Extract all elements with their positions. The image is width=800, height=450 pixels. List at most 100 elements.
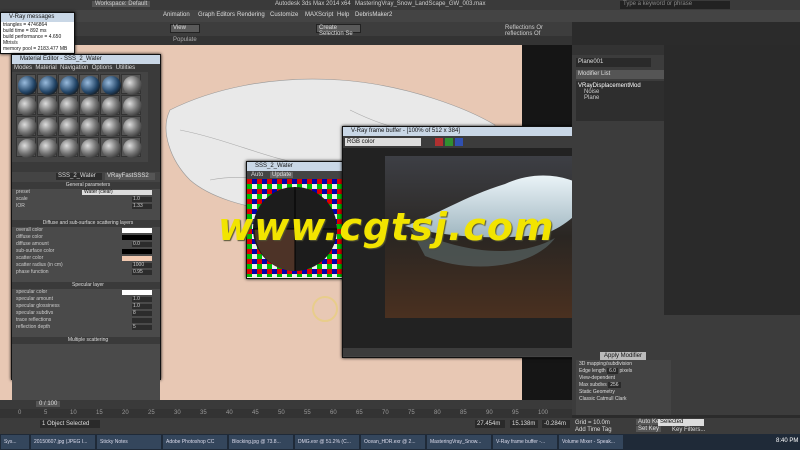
view-dependent-checkbox[interactable]: View-dependent bbox=[579, 375, 668, 382]
material-slot[interactable] bbox=[121, 116, 142, 137]
material-slot[interactable] bbox=[79, 95, 100, 116]
vray-messages-title[interactable]: V-Ray messages bbox=[1, 13, 74, 22]
material-slot[interactable] bbox=[79, 74, 100, 95]
ior-spinner[interactable]: 1.33 bbox=[132, 204, 152, 209]
general-params-header[interactable]: General parameters bbox=[12, 182, 160, 189]
stack-item-plane[interactable]: Plane bbox=[578, 95, 674, 101]
taskbar-item[interactable]: V-Ray frame buffer -... bbox=[493, 435, 557, 449]
material-slot[interactable] bbox=[79, 137, 100, 158]
material-slot[interactable] bbox=[37, 116, 58, 137]
material-slot[interactable] bbox=[100, 137, 121, 158]
value-spinner[interactable]: 1.0 bbox=[132, 297, 152, 302]
sss-preview-title[interactable]: SSS_2_Water bbox=[247, 162, 345, 171]
material-slot[interactable] bbox=[37, 137, 58, 158]
taskbar-item[interactable]: 20150607.jpg (JPEG I... bbox=[31, 435, 95, 449]
blue-channel-icon[interactable] bbox=[455, 138, 463, 146]
me-menu-material[interactable]: Material bbox=[35, 65, 56, 71]
value-spinner[interactable]: 1000 bbox=[132, 263, 152, 268]
color-swatch[interactable] bbox=[122, 256, 152, 261]
preset-dropdown[interactable]: Water (clear) bbox=[82, 190, 152, 195]
me-menu-modes[interactable]: Modes bbox=[14, 65, 32, 71]
workspace-dropdown[interactable]: Workspace: Default bbox=[92, 1, 151, 7]
material-slot[interactable] bbox=[16, 74, 37, 95]
material-slot[interactable] bbox=[121, 95, 142, 116]
taskbar-item[interactable]: Volume Mixer - Speak... bbox=[559, 435, 623, 449]
material-slot[interactable] bbox=[58, 137, 79, 158]
z-coordinate[interactable]: -0.284m bbox=[542, 420, 570, 428]
value-spinner[interactable] bbox=[132, 318, 152, 323]
channel-dropdown[interactable]: RGB color bbox=[345, 138, 421, 146]
object-name-field[interactable]: Plane001 bbox=[576, 58, 651, 67]
value-spinner[interactable]: 5 bbox=[132, 325, 152, 330]
populate-tab[interactable]: Populate bbox=[173, 37, 197, 43]
material-slot[interactable] bbox=[100, 95, 121, 116]
add-time-tag[interactable]: Add Time Tag bbox=[575, 427, 612, 433]
specular-section-header[interactable]: Specular layer bbox=[12, 282, 160, 289]
taskbar-item[interactable]: Sys... bbox=[1, 435, 29, 449]
y-coordinate[interactable]: 15.138m bbox=[510, 420, 538, 428]
static-geometry-checkbox[interactable]: Static Geometry bbox=[579, 389, 668, 396]
color-swatch[interactable] bbox=[122, 290, 152, 295]
red-channel-icon[interactable] bbox=[435, 138, 443, 146]
key-filters-button[interactable]: Key Filters... bbox=[672, 427, 705, 433]
value-spinner[interactable]: 0.0 bbox=[132, 242, 152, 247]
diffuse-section-header[interactable]: Diffuse and sub-surface scattering layer… bbox=[12, 220, 160, 227]
material-editor-title[interactable]: Material Editor - SSS_2_Water bbox=[12, 55, 160, 64]
menu-customize[interactable]: Customize bbox=[270, 12, 298, 18]
3d-mapping-radio[interactable]: 3D mapping/subdivision bbox=[579, 361, 668, 368]
taskbar-item[interactable]: Blocking.jpg @ 73.8... bbox=[229, 435, 293, 449]
color-swatch[interactable] bbox=[122, 235, 152, 240]
material-slot[interactable] bbox=[37, 95, 58, 116]
menu-animation[interactable]: Animation bbox=[163, 12, 190, 18]
material-slot[interactable] bbox=[58, 95, 79, 116]
taskbar-item[interactable]: DMG.exr @ 51.2% (C... bbox=[295, 435, 359, 449]
material-slot[interactable] bbox=[58, 74, 79, 95]
taskbar-item[interactable]: MasteringVray_Snow... bbox=[427, 435, 491, 449]
apply-button[interactable]: Apply Modifier bbox=[600, 352, 646, 360]
value-spinner[interactable]: 8 bbox=[132, 311, 152, 316]
material-slot[interactable] bbox=[37, 74, 58, 95]
catmull-clark-checkbox[interactable]: Classic Catmull Clark bbox=[579, 396, 668, 403]
key-mode-dropdown[interactable]: Selected bbox=[658, 419, 704, 426]
time-slider[interactable]: 0 / 100 bbox=[0, 400, 572, 409]
menu-graph-editors[interactable]: Graph Editors bbox=[198, 12, 235, 18]
color-swatch[interactable] bbox=[122, 249, 152, 254]
material-slot[interactable] bbox=[16, 116, 37, 137]
edge-length-spinner[interactable]: 6.0 bbox=[607, 368, 619, 374]
menu-debrismaker[interactable]: DebrisMaker2 bbox=[355, 12, 392, 18]
value-spinner[interactable]: 0.95 bbox=[132, 270, 152, 275]
material-slot[interactable] bbox=[100, 116, 121, 137]
material-slot[interactable] bbox=[16, 137, 37, 158]
set-key-button[interactable]: Set Key bbox=[636, 426, 662, 432]
menu-rendering[interactable]: Rendering bbox=[237, 12, 265, 18]
auto-checkbox[interactable]: Auto bbox=[251, 172, 263, 178]
material-type-button[interactable]: VRayFastSSS2 bbox=[105, 173, 155, 180]
update-button[interactable]: Update bbox=[270, 172, 294, 178]
view-dropdown[interactable]: View bbox=[170, 24, 200, 33]
multiple-scattering-header[interactable]: Multiple scattering bbox=[12, 337, 160, 344]
material-slot[interactable] bbox=[121, 137, 142, 158]
track-bar[interactable]: 0 5 10 15 20 25 30 35 40 45 50 55 60 65 70 75 80 85 90 95 10… bbox=[0, 409, 572, 418]
material-slot[interactable] bbox=[79, 116, 100, 137]
max-subdivs-spinner[interactable]: 256 bbox=[608, 382, 621, 388]
taskbar-item[interactable]: Sticky Notes bbox=[97, 435, 161, 449]
material-slot[interactable] bbox=[58, 116, 79, 137]
menu-help[interactable]: Help bbox=[337, 12, 349, 18]
selection-set-dropdown[interactable]: Create Selection Se bbox=[316, 24, 361, 37]
material-name-field[interactable]: SSS_2_Water bbox=[56, 173, 102, 180]
me-menu-utilities[interactable]: Utilities bbox=[116, 65, 135, 71]
material-slot[interactable] bbox=[16, 95, 37, 116]
taskbar-item[interactable]: Adobe Photoshop CC bbox=[163, 435, 227, 449]
taskbar-item[interactable]: Ocean_HDR.exr @ 2... bbox=[361, 435, 425, 449]
menu-maxscript[interactable]: MAXScript bbox=[305, 12, 333, 18]
me-menu-options[interactable]: Options bbox=[92, 65, 113, 71]
color-swatch[interactable] bbox=[122, 228, 152, 233]
value-spinner[interactable]: 1.0 bbox=[132, 304, 152, 309]
scale-spinner[interactable]: 1.0 bbox=[132, 197, 152, 202]
material-slot[interactable] bbox=[100, 74, 121, 95]
modifier-list-dropdown[interactable]: Modifier List bbox=[576, 70, 676, 79]
green-channel-icon[interactable] bbox=[445, 138, 453, 146]
search-input[interactable]: Type a keyword or phrase bbox=[620, 1, 730, 9]
x-coordinate[interactable]: 27.454m bbox=[475, 420, 505, 428]
me-menu-navigation[interactable]: Navigation bbox=[60, 65, 88, 71]
